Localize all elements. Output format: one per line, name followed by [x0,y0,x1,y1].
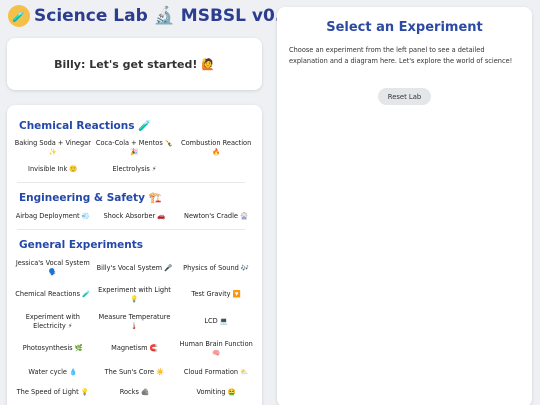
experiment-button-suns-core[interactable]: The Sun's Core ☀️ [95,362,175,383]
experiment-button-chemical-reactions[interactable]: Chemical Reactions 🧪 [13,281,93,308]
section-divider [17,229,245,230]
detail-description: Choose an experiment from the left panel… [289,46,513,65]
app-header: 🧪 Science Lab 🔬 MSBSL v0.4 [8,3,293,29]
detail-title: Select an Experiment [326,20,483,35]
experiment-button-lcd[interactable]: LCD 💻 [176,308,256,335]
experiment-button-electricity[interactable]: Experiment with Electricity ⚡ [13,308,93,335]
app-title: Science Lab 🔬 MSBSL v0.4 [34,6,294,26]
section-divider [17,182,245,183]
experiment-button-electrolysis[interactable]: Electrolysis ⚡ [95,161,175,178]
experiment-detail-panel: Select an Experiment Choose an experimen… [277,7,532,405]
section-chemical-reactions: Chemical Reactions 🧪 Baking Soda + Vineg… [13,119,256,183]
experiment-button-photosynthesis[interactable]: Photosynthesis 🌿 [13,335,93,362]
experiment-button-vomiting[interactable]: Vomiting 🤮 [176,383,256,402]
experiment-button-shock-absorber[interactable]: Shock Absorber 🚗 [95,206,175,226]
experiment-button-combustion[interactable]: Combustion Reaction 🔥 [176,135,256,161]
experiment-button-invisible-ink[interactable]: Invisible Ink 🙂 [13,161,93,178]
experiment-button-physics-of-sound[interactable]: Physics of Sound 🎶 [176,255,256,281]
experiment-button-water-cycle[interactable]: Water cycle 💧 [13,362,93,383]
section-title: Chemical Reactions 🧪 [19,120,152,132]
flask-logo-icon: 🧪 [8,5,30,27]
experiment-button-airbag[interactable]: Airbag Deployment 💨 [13,206,93,226]
experiment-button-speed-of-light[interactable]: The Speed of Light 💡 [13,383,93,402]
reset-lab-button[interactable]: Reset Lab [378,88,431,105]
experiment-button-magnetism[interactable]: Magnetism 🧲 [95,335,175,362]
greeting-card: Billy: Let's get started! 🙋 [7,38,262,90]
experiment-button-cloud-formation[interactable]: Cloud Formation ⛅ [176,362,256,383]
experiment-button-billys-vocal[interactable]: Billy's Vocal System 🎤 [95,255,175,281]
section-engineering-safety: Engineering & Safety 🏗️ Airbag Deploymen… [13,191,256,230]
experiment-button-brain-function[interactable]: Human Brain Function 🧠 [176,335,256,362]
experiment-button-temperature[interactable]: Measure Temperature 🌡️ [95,308,175,335]
experiment-button-gravity[interactable]: Test Gravity 🔽 [176,281,256,308]
experiment-button-baking-soda[interactable]: Baking Soda + Vinegar ✨ [13,135,93,161]
experiment-button-light[interactable]: Experiment with Light 💡 [95,281,175,308]
experiment-button-coca-cola-mentos[interactable]: Coca-Cola + Mentos 🍾🎉 [95,135,175,161]
section-title: General Experiments [19,239,144,251]
greeting-text: Billy: Let's get started! 🙋 [54,57,215,71]
experiments-panel: Chemical Reactions 🧪 Baking Soda + Vineg… [7,105,262,405]
section-general-experiments: General Experiments Jessica's Vocal Syst… [13,239,256,402]
experiment-button-rocks[interactable]: Rocks 🪨 [95,383,175,402]
section-title: Engineering & Safety 🏗️ [19,192,162,204]
experiment-button-newtons-cradle[interactable]: Newton's Cradle 🎡 [176,206,256,226]
science-lab-app: 🧪 Science Lab 🔬 MSBSL v0.4 Billy: Let's … [0,0,540,405]
experiment-button-jessicas-vocal[interactable]: Jessica's Vocal System 🗣️ [13,255,93,281]
